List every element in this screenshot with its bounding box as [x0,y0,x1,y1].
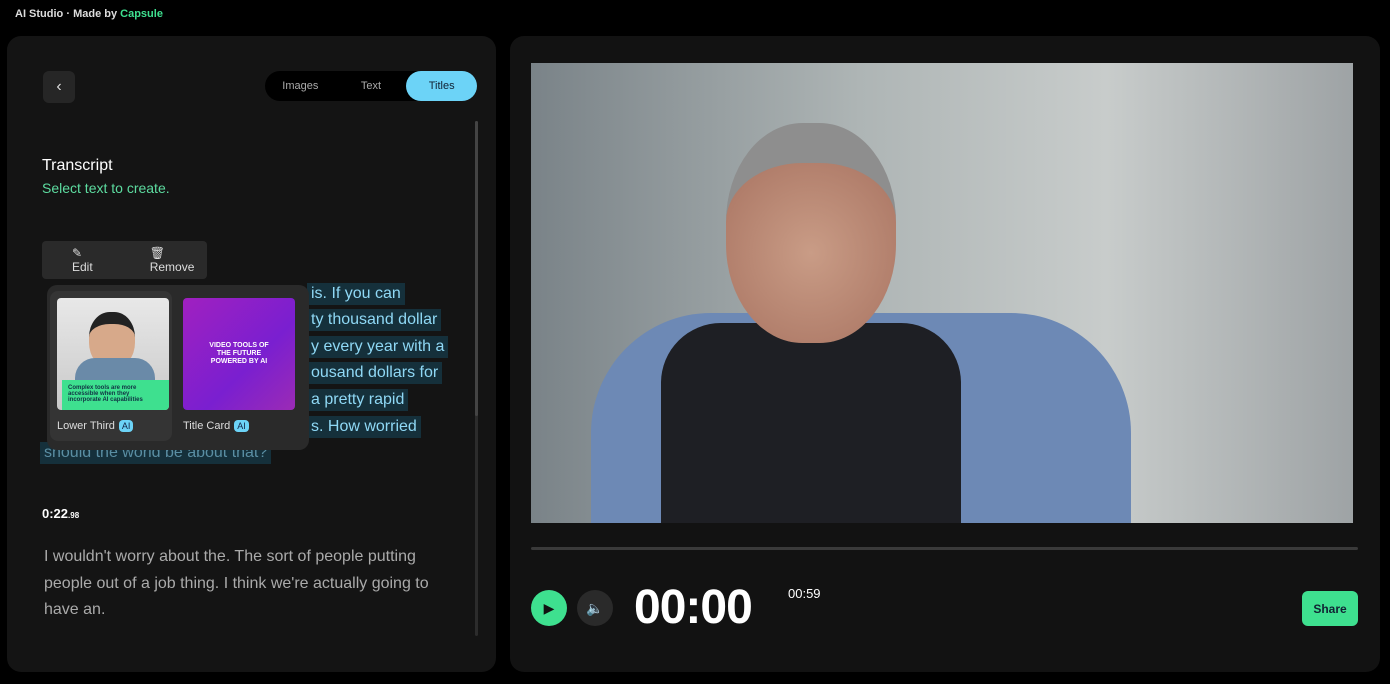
chevron-left-icon: ‹ [56,78,62,95]
volume-button[interactable]: 🔈 [577,590,613,626]
speaker-icon: 🔈 [586,599,604,616]
edit-label: Edit [72,260,93,274]
preview-panel: ▶ 🔈 00:00 00:59 Share [510,36,1380,672]
selected-text[interactable]: ty thousand dollar [307,309,442,331]
option-label: Lower Third [57,420,115,432]
made-by: Made by [73,8,118,20]
play-button[interactable]: ▶ [531,590,567,626]
app-header: AI Studio · Made by Capsule [15,8,163,20]
tab-text[interactable]: Text [336,71,407,101]
timestamp-fraction: .98 [68,511,80,520]
ai-badge: AI [234,420,249,432]
transcript-paragraph[interactable]: I wouldn't worry about the. The sort of … [44,544,454,624]
pencil-icon: ✎ [72,246,83,260]
selected-text[interactable]: ousand dollars for [307,362,443,384]
title-options-popup: Complex tools are more accessible when t… [47,285,309,450]
option-label: Title Card [183,420,231,432]
title-card-option[interactable]: VIDEO TOOLS OF THE FUTURE POWERED BY AI … [176,291,298,441]
app-title: AI Studio [15,8,64,20]
selection-toolbar: ✎ Edit 🗑 Remove [42,241,207,279]
share-button[interactable]: Share [1302,591,1358,626]
trash-icon: 🗑 [149,246,165,260]
mode-tabs: Images Text Titles [265,71,478,101]
segment-timestamp[interactable]: 0:22.98 [42,506,79,521]
ai-badge: AI [118,420,134,432]
tab-images[interactable]: Images [265,71,336,101]
editor-panel: ‹ Images Text Titles Transcript Select t… [7,36,496,672]
selected-text[interactable]: a pretty rapid [307,389,409,411]
remove-label: Remove [149,260,195,274]
play-icon: ▶ [543,599,555,616]
scrollbar[interactable] [475,121,478,636]
edit-button[interactable]: ✎ Edit [57,246,107,274]
selected-text[interactable]: s. How worried [307,416,421,438]
current-time: 00:00 [634,581,753,634]
selected-text[interactable]: y every year with a [307,336,449,358]
video-preview[interactable] [531,63,1353,523]
scrollbar-thumb[interactable] [475,121,478,416]
progress-bar[interactable] [531,547,1358,550]
thumbnail-caption: Complex tools are more accessible when t… [62,380,169,410]
remove-button[interactable]: 🗑 Remove [135,246,207,274]
duration: 00:59 [788,586,821,601]
transcript-hint: Select text to create. [42,180,170,196]
lower-third-thumbnail: Complex tools are more accessible when t… [57,298,169,410]
selected-text[interactable]: is. If you can [307,283,405,305]
title-card-thumbnail: VIDEO TOOLS OF THE FUTURE POWERED BY AI [183,298,295,410]
back-button[interactable]: ‹ [43,71,75,103]
tab-titles[interactable]: Titles [406,71,478,101]
brand-link[interactable]: Capsule [120,8,163,20]
thumbnail-text: VIDEO TOOLS OF THE FUTURE POWERED BY AI [209,342,269,365]
transcript-title: Transcript [42,157,113,174]
timestamp-main: 0:22 [42,506,69,521]
lower-third-option[interactable]: Complex tools are more accessible when t… [50,291,172,441]
separator: · [66,8,71,20]
